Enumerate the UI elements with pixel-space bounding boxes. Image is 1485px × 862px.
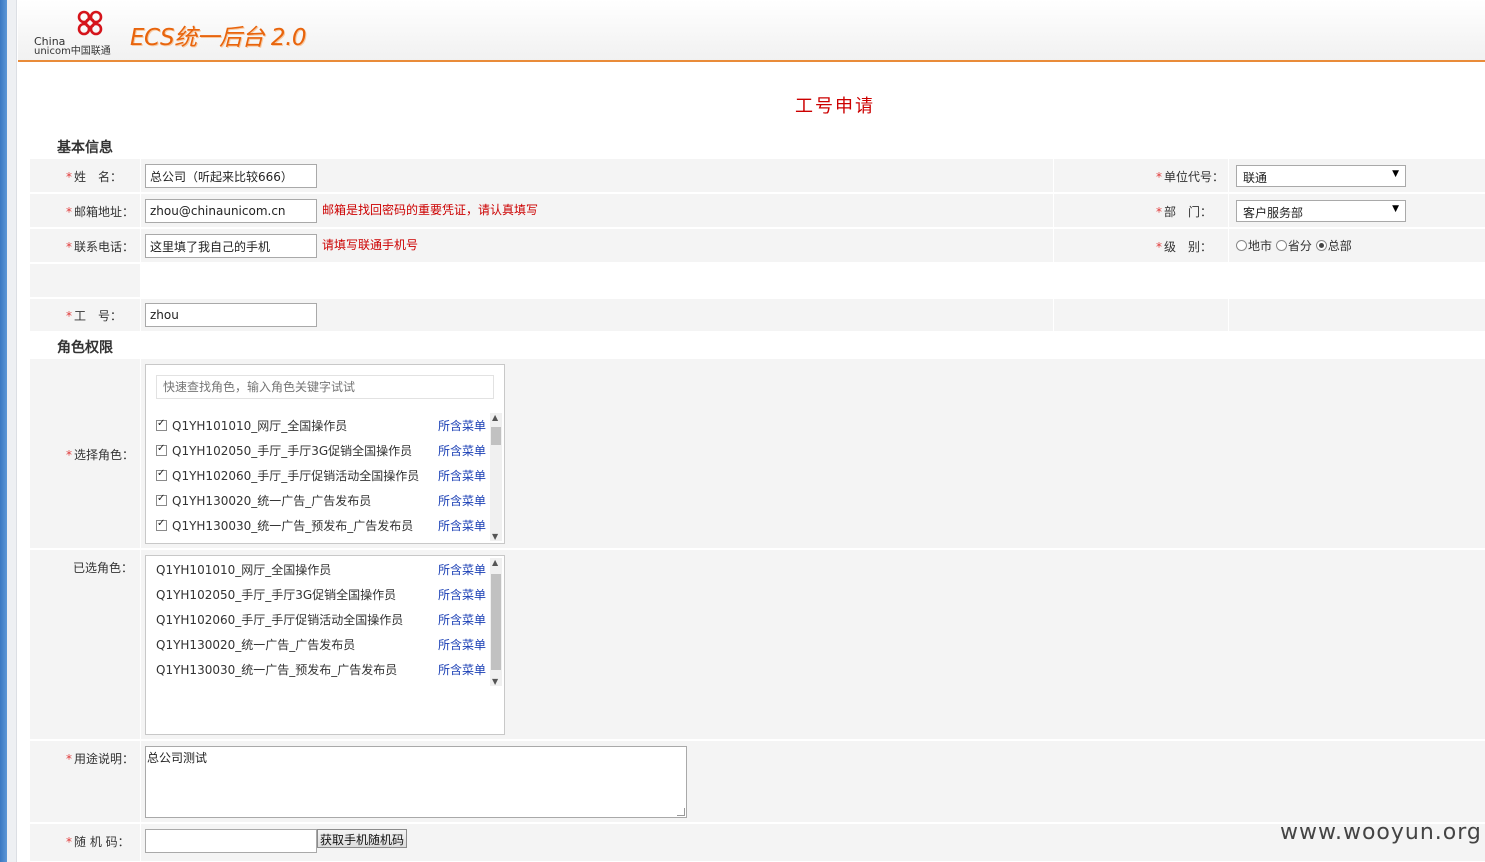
phone-hint: 请填写联通手机号 (322, 238, 419, 252)
chevron-down-icon: ▼ (1392, 204, 1399, 214)
select-role-listbox: Q1YH101010_网厅_全国操作员所含菜单 Q1YH102050_手厅_手厅… (145, 364, 505, 544)
selected-role-item[interactable]: Q1YH101010_网厅_全国操作员 所含菜单 (156, 561, 486, 578)
role-checkbox[interactable] (156, 518, 167, 531)
section-basic-info: 基本信息 (57, 140, 113, 156)
brand-title: ECS统一后台 2.0 (130, 25, 307, 51)
scroll-thumb[interactable] (491, 427, 501, 445)
role-menu-link[interactable]: 所含菜单 (438, 561, 486, 578)
role-search-input[interactable] (156, 375, 494, 399)
resize-grip-icon[interactable] (677, 808, 685, 816)
role-menu-link[interactable]: 所含菜单 (438, 517, 486, 534)
selected-list-scrollbar[interactable]: ▲ ▼ (490, 558, 502, 686)
level-radio-city[interactable]: 地市 (1236, 239, 1272, 253)
select-role-label: * 选择角色： (66, 448, 135, 462)
level-radio-group: 地市 省分 总部 (1236, 237, 1352, 254)
role-menu-link[interactable]: 所含菜单 (438, 467, 486, 484)
role-menu-link[interactable]: 所含菜单 (438, 636, 486, 653)
watermark-text: www.wooyun.org (1280, 820, 1482, 845)
random-code-label: * 随 机 码： (66, 835, 130, 849)
form-row-spacer (30, 264, 1485, 298)
role-list-scrollbar[interactable]: ▲ ▼ (490, 413, 502, 541)
department-select[interactable]: 客户服务部 ▼ (1236, 200, 1406, 222)
role-menu-link[interactable]: 所含菜单 (438, 661, 486, 678)
email-input[interactable] (145, 199, 317, 223)
role-menu-link[interactable]: 所含菜单 (438, 417, 486, 434)
scroll-down-icon[interactable]: ▼ (492, 677, 498, 686)
role-checkbox[interactable] (156, 443, 167, 456)
scroll-up-icon[interactable]: ▲ (492, 413, 498, 422)
work-id-input[interactable] (145, 303, 317, 327)
role-menu-link[interactable]: 所含菜单 (438, 586, 486, 603)
chevron-down-icon: ▼ (1392, 169, 1399, 179)
role-menu-link[interactable]: 所含菜单 (438, 611, 486, 628)
scroll-down-icon[interactable]: ▼ (492, 532, 498, 541)
email-label: * 邮箱地址： (66, 205, 135, 219)
department-label: * 部 门： (1156, 205, 1213, 219)
role-option[interactable]: Q1YH101010_网厅_全国操作员所含菜单 (156, 417, 486, 434)
selected-role-item[interactable]: Q1YH130020_统一广告_广告发布员 所含菜单 (156, 636, 486, 653)
role-menu-link[interactable]: 所含菜单 (438, 492, 486, 509)
level-radio-province[interactable]: 省分 (1275, 239, 1312, 253)
name-label: * 姓 名： (66, 170, 123, 184)
name-input[interactable] (145, 164, 317, 188)
selected-role-listbox: Q1YH101010_网厅_全国操作员 所含菜单 Q1YH102050_手厅_手厅… (145, 555, 505, 735)
role-checkbox[interactable] (156, 468, 167, 481)
unicom-knot-icon (77, 10, 103, 36)
logo-text-unicom: unicom中国联通 (34, 46, 111, 57)
unit-code-label: * 单位代号： (1156, 170, 1225, 184)
purpose-textarea[interactable]: 总公司测试 (145, 746, 687, 818)
selected-role-item[interactable]: Q1YH130030_统一广告_预发布_广告发布员 所含菜单 (156, 661, 486, 678)
section-role-permissions: 角色权限 (57, 340, 113, 356)
role-option[interactable]: Q1YH102050_手厅_手厅3G促销全国操作员所含菜单 (156, 442, 486, 459)
get-sms-code-button[interactable]: 获取手机随机码 (317, 829, 408, 848)
role-option[interactable]: Q1YH102060_手厅_手厅促销活动全国操作员所含菜单 (156, 467, 486, 484)
window-left-border (7, 0, 17, 862)
role-menu-link[interactable]: 所含菜单 (438, 442, 486, 459)
role-option[interactable]: Q1YH130030_统一广告_预发布_广告发布员所含菜单 (156, 517, 486, 534)
scroll-up-icon[interactable]: ▲ (492, 558, 498, 567)
random-code-input[interactable] (145, 829, 317, 853)
phone-label: * 联系电话： (66, 240, 135, 254)
app-header: China unicom中国联通 ECS统一后台 2.0 (18, 0, 1485, 62)
window-left-edge (0, 0, 7, 862)
china-unicom-logo: China unicom中国联通 (32, 8, 122, 57)
role-checkbox[interactable] (156, 493, 167, 506)
work-id-label: * 工 号： (66, 309, 123, 323)
scroll-thumb[interactable] (491, 574, 501, 670)
level-radio-hq[interactable]: 总部 (1315, 239, 1352, 253)
page-title: 工号申请 (795, 96, 875, 117)
purpose-label: * 用途说明： (66, 752, 135, 766)
role-checkbox[interactable] (156, 418, 167, 431)
selected-role-item[interactable]: Q1YH102060_手厅_手厅促销活动全国操作员 所含菜单 (156, 611, 486, 628)
selected-role-item[interactable]: Q1YH102050_手厅_手厅3G促销全国操作员 所含菜单 (156, 586, 486, 603)
level-label: * 级 别： (1156, 240, 1213, 254)
phone-input[interactable] (145, 234, 317, 258)
unit-code-select[interactable]: 联通 ▼ (1236, 165, 1406, 187)
email-hint: 邮箱是找回密码的重要凭证，请认真填写 (322, 203, 539, 217)
selected-role-label: 已选角色： (73, 561, 134, 575)
role-option[interactable]: Q1YH130020_统一广告_广告发布员所含菜单 (156, 492, 486, 509)
